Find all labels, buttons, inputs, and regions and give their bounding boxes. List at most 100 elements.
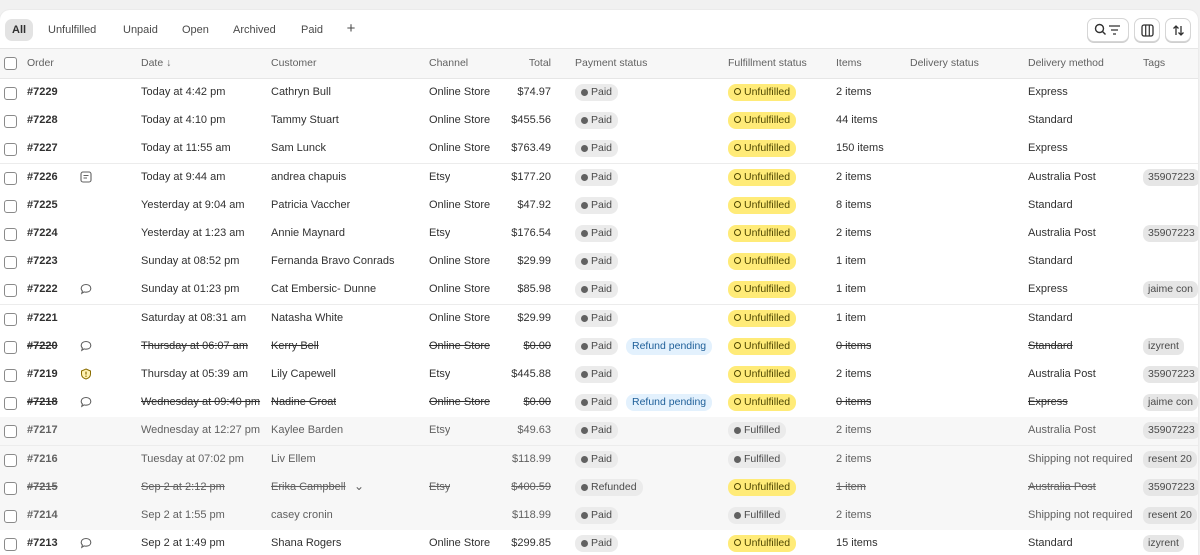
order-tag[interactable]: 35907223 — [1143, 478, 1198, 496]
table-row[interactable]: #7218 Wednesday at 09:40 pm Nadine Groat On… — [0, 389, 1198, 419]
table-row[interactable]: #7224 Yesterday at 1:23 am Annie Maynard Et… — [0, 220, 1198, 249]
order-number[interactable]: #7222 — [27, 283, 58, 295]
note-icon[interactable] — [80, 171, 94, 185]
table-row[interactable]: #7229 Today at 4:42 pm Cathryn Bull Online … — [0, 79, 1198, 108]
order-number[interactable]: #7213 — [27, 537, 58, 549]
chevron-down-icon[interactable]: ⌄ — [354, 479, 364, 493]
tab-open[interactable]: Open — [175, 19, 216, 41]
order-tag[interactable]: resent 20 — [1143, 507, 1197, 524]
table-row[interactable]: #7222 Sunday at 01:23 pm Cat Embersic- Dun… — [0, 276, 1198, 306]
tab-unfulfilled[interactable]: Unfulfilled — [41, 19, 103, 41]
table-row[interactable]: #7216 Tuesday at 07:02 pm Liv Ellem $118.99… — [0, 445, 1198, 475]
tab-archived[interactable]: Archived — [226, 19, 283, 41]
column-delivery-status[interactable]: Delivery status — [910, 57, 979, 69]
customer-name[interactable]: andrea chapuis — [271, 171, 346, 183]
table-row[interactable]: #7214 Sep 2 at 1:55 pm casey cronin $118.99… — [0, 502, 1198, 531]
row-checkbox[interactable] — [4, 87, 17, 100]
order-number[interactable]: #7215 — [27, 481, 58, 493]
order-tag[interactable]: 35907223 — [1143, 422, 1198, 440]
table-row[interactable]: #7220 Thursday at 06:07 am Kerry Bell Onlin… — [0, 332, 1198, 362]
customer-name[interactable]: Cathryn Bull — [271, 86, 331, 98]
order-number[interactable]: #7224 — [27, 227, 58, 239]
table-row[interactable]: #7228 Today at 4:10 pm Tammy Stuart Online … — [0, 107, 1198, 137]
row-checkbox[interactable] — [4, 340, 17, 354]
order-number[interactable]: #7223 — [27, 255, 58, 267]
search-filter-button[interactable] — [1087, 18, 1129, 42]
customer-name[interactable]: Nadine Groat — [271, 396, 336, 408]
table-row[interactable]: #7226 Today at 9:44 am andrea chapuis Etsy $… — [0, 163, 1198, 193]
select-all-checkbox[interactable] — [4, 57, 17, 70]
customer-name[interactable]: Patricia Vaccher — [271, 199, 350, 211]
comment-icon[interactable] — [80, 396, 94, 410]
order-number[interactable]: #7217 — [27, 424, 58, 436]
column-items[interactable]: Items — [836, 57, 862, 69]
row-checkbox[interactable] — [4, 538, 17, 552]
customer-name[interactable]: Cat Embersic- Dunne — [271, 283, 376, 295]
order-tag[interactable]: 35907223 — [1143, 366, 1198, 383]
table-row[interactable]: #7223 Sunday at 08:52 pm Fernanda Bravo Co… — [0, 248, 1198, 278]
row-checkbox[interactable] — [4, 369, 17, 382]
order-tag[interactable]: 35907223 — [1143, 225, 1198, 242]
row-checkbox[interactable] — [4, 397, 17, 411]
column-channel[interactable]: Channel — [429, 57, 468, 69]
row-checkbox[interactable] — [4, 228, 17, 241]
add-view-button[interactable]: + — [343, 18, 359, 40]
row-checkbox[interactable] — [4, 115, 17, 129]
column-date[interactable]: Date ↓ — [141, 57, 171, 69]
row-checkbox[interactable] — [4, 481, 17, 495]
order-tag[interactable]: izyrent — [1143, 535, 1184, 553]
order-number[interactable]: #7218 — [27, 396, 58, 408]
customer-name[interactable]: Tammy Stuart — [271, 114, 339, 126]
column-payment-status[interactable]: Payment status — [575, 57, 647, 69]
order-number[interactable]: #7229 — [27, 86, 58, 98]
column-fulfillment-status[interactable]: Fulfillment status — [728, 57, 807, 69]
order-number[interactable]: #7228 — [27, 114, 58, 126]
row-checkbox[interactable] — [4, 425, 17, 439]
customer-name[interactable]: casey cronin — [271, 509, 333, 521]
row-checkbox[interactable] — [4, 284, 17, 298]
table-row[interactable]: #7219 Thursday at 05:39 am Lily Capewell Et… — [0, 361, 1198, 390]
table-row[interactable]: #7221 Saturday at 08:31 am Natasha White On… — [0, 304, 1198, 334]
table-row[interactable]: #7225 Yesterday at 9:04 am Patricia Vacche… — [0, 191, 1198, 221]
row-checkbox[interactable] — [4, 510, 17, 523]
order-number[interactable]: #7216 — [27, 453, 58, 465]
customer-name[interactable]: Erika Campbell — [271, 481, 346, 493]
row-checkbox[interactable] — [4, 256, 17, 270]
alert-icon[interactable] — [80, 368, 94, 382]
table-row[interactable]: #7227 Today at 11:55 am Sam Lunck Online St… — [0, 135, 1198, 165]
order-number[interactable]: #7221 — [27, 312, 58, 324]
order-number[interactable]: #7220 — [27, 340, 58, 352]
table-row[interactable]: #7213 Sep 2 at 1:49 pm Shana Rogers Online … — [0, 530, 1198, 555]
customer-name[interactable]: Shana Rogers — [271, 537, 341, 549]
customer-name[interactable]: Liv Ellem — [271, 453, 316, 465]
column-order[interactable]: Order — [27, 57, 54, 69]
row-checkbox[interactable] — [4, 199, 17, 213]
customer-name[interactable]: Kerry Bell — [271, 340, 319, 352]
comment-icon[interactable] — [80, 283, 94, 297]
order-tag[interactable]: jaime con — [1143, 281, 1198, 299]
columns-button[interactable] — [1134, 18, 1160, 42]
customer-name[interactable]: Annie Maynard — [271, 227, 345, 239]
row-checkbox[interactable] — [4, 312, 17, 326]
order-tag[interactable]: jaime con — [1143, 394, 1198, 412]
column-total[interactable]: Total — [500, 57, 551, 69]
order-number[interactable]: #7227 — [27, 142, 58, 154]
customer-name[interactable]: Lily Capewell — [271, 368, 336, 380]
order-tag[interactable]: 35907223 — [1143, 168, 1198, 186]
comment-icon[interactable] — [80, 340, 94, 354]
column-delivery-method[interactable]: Delivery method — [1028, 57, 1104, 69]
tab-paid[interactable]: Paid — [294, 19, 330, 41]
order-number[interactable]: #7214 — [27, 509, 58, 521]
customer-name[interactable]: Fernanda Bravo Conrads — [271, 255, 395, 267]
order-tag[interactable]: izyrent — [1143, 337, 1184, 355]
customer-name[interactable]: Sam Lunck — [271, 142, 326, 154]
order-number[interactable]: #7219 — [27, 368, 58, 380]
table-row[interactable]: #7217 Wednesday at 12:27 pm Kaylee Barden E… — [0, 417, 1198, 447]
comment-icon[interactable] — [80, 537, 94, 551]
row-checkbox[interactable] — [4, 143, 17, 157]
row-checkbox[interactable] — [4, 171, 17, 185]
column-customer[interactable]: Customer — [271, 57, 317, 69]
tab-unpaid[interactable]: Unpaid — [116, 19, 165, 41]
tab-all[interactable]: All — [5, 19, 34, 41]
order-number[interactable]: #7225 — [27, 199, 58, 211]
